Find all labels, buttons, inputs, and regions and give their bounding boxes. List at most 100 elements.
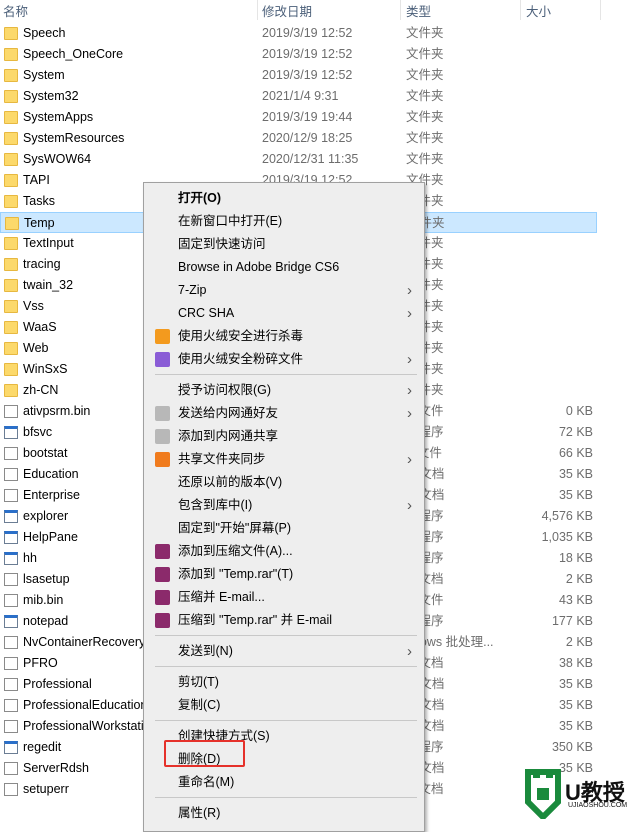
file-size: 72 KB [558, 425, 593, 439]
file-name: TAPI [23, 173, 50, 187]
menu-item[interactable]: 剪切(T) [144, 671, 424, 694]
column-type[interactable]: 类型 [406, 1, 431, 20]
column-name[interactable]: 名称 [3, 1, 28, 20]
menu-item[interactable]: 包含到库中(I) › [144, 494, 424, 517]
watermark-logo: U教授 UJIAOSHOU.COM [520, 760, 642, 822]
file-row[interactable]: System 2019/3/19 12:52 文件夹 [0, 65, 597, 86]
menu-separator [155, 797, 417, 798]
file-name: Education [23, 467, 79, 481]
file-row[interactable]: SystemApps 2019/3/19 19:44 文件夹 [0, 107, 597, 128]
menu-item[interactable]: Browse in Adobe Bridge CS6 [144, 256, 424, 279]
file-row[interactable]: Speech_OneCore 2019/3/19 12:52 文件夹 [0, 44, 597, 65]
neiwangtong-icon [155, 406, 170, 421]
menu-item-label: 固定到快速访问 [178, 237, 266, 251]
chevron-right-icon: › [407, 451, 412, 468]
exe-icon [4, 531, 18, 544]
menu-item[interactable]: 复制(C) [144, 694, 424, 717]
menu-item-label: 复制(C) [178, 698, 221, 712]
file-name: Tasks [23, 194, 55, 208]
folder-icon [4, 237, 18, 250]
huorong-shredder-icon [155, 352, 170, 367]
file-icon [4, 762, 18, 775]
file-size: 66 KB [558, 446, 593, 460]
menu-item[interactable]: 还原以前的版本(V) [144, 471, 424, 494]
file-name: setuperr [23, 782, 69, 796]
winrar-icon [155, 613, 170, 628]
sync-s-icon [155, 452, 170, 467]
menu-item[interactable]: 添加到内网通共享 [144, 425, 424, 448]
menu-item[interactable]: 重命名(M) [144, 771, 424, 794]
folder-icon [4, 195, 18, 208]
huorong-shield-icon [155, 329, 170, 344]
folder-icon [4, 90, 18, 103]
file-name: SystemResources [23, 131, 125, 145]
menu-item[interactable]: 授予访问权限(G) › [144, 379, 424, 402]
file-name: twain_32 [23, 278, 74, 292]
neiwangtong-icon [155, 429, 170, 444]
file-name: System [23, 68, 65, 82]
menu-item[interactable]: 发送到(N) › [144, 640, 424, 663]
chevron-right-icon: › [407, 382, 412, 399]
menu-item[interactable]: 使用火绒安全粉碎文件 › [144, 348, 424, 371]
file-row[interactable]: SystemResources 2020/12/9 18:25 文件夹 [0, 128, 597, 149]
menu-item[interactable]: 固定到快速访问 [144, 233, 424, 256]
menu-item[interactable]: 共享文件夹同步 › [144, 448, 424, 471]
menu-item-label: 共享文件夹同步 [178, 452, 266, 466]
folder-icon [4, 27, 18, 40]
file-icon [4, 720, 18, 733]
file-name: ProfessionalEducation [23, 698, 143, 712]
menu-item[interactable]: 压缩到 "Temp.rar" 并 E-mail [144, 609, 424, 632]
file-row[interactable]: System32 2021/1/4 9:31 文件夹 [0, 86, 597, 107]
menu-item[interactable]: CRC SHA › [144, 302, 424, 325]
file-name: ServerRdsh [23, 761, 89, 775]
menu-item-label: 剪切(T) [178, 675, 219, 689]
menu-item[interactable]: 压缩并 E-mail... [144, 586, 424, 609]
file-name: ativpsrm.bin [23, 404, 91, 418]
file-size: 35 KB [558, 467, 593, 481]
menu-item[interactable]: 打开(O) [144, 187, 424, 210]
menu-item-label: 发送给内网通好友 [178, 406, 279, 420]
context-menu: 打开(O) 在新窗口中打开(E) 固定到快速访问 Browse in Adobe Br… [143, 182, 425, 832]
folder-icon [4, 342, 18, 355]
file-name: Professional [23, 677, 92, 691]
menu-item[interactable]: 在新窗口中打开(E) [144, 210, 424, 233]
file-row[interactable]: SysWOW64 2020/12/31 11:35 文件夹 [0, 149, 597, 170]
menu-separator [155, 374, 417, 375]
column-date[interactable]: 修改日期 [262, 1, 312, 20]
folder-icon [4, 321, 18, 334]
menu-item[interactable]: 发送给内网通好友 › [144, 402, 424, 425]
file-type: 文件夹 [406, 152, 444, 166]
menu-item[interactable]: 固定到"开始"屏幕(P) [144, 517, 424, 540]
file-name: WinSxS [23, 362, 68, 376]
folder-icon [4, 69, 18, 82]
file-icon [4, 657, 18, 670]
file-name: Speech_OneCore [23, 47, 124, 61]
file-size: 18 KB [558, 551, 593, 565]
menu-item[interactable]: 属性(R) [144, 802, 424, 825]
menu-item[interactable]: 添加到 "Temp.rar"(T) [144, 563, 424, 586]
file-name: NvContainerRecovery [23, 635, 143, 649]
menu-item[interactable]: 使用火绒安全进行杀毒 [144, 325, 424, 348]
menu-item[interactable]: 7-Zip › [144, 279, 424, 302]
file-size: 35 KB [558, 677, 593, 691]
menu-item-label: 打开(O) [178, 191, 222, 205]
file-name: hh [23, 551, 37, 565]
file-row[interactable]: Speech 2019/3/19 12:52 文件夹 [0, 23, 597, 44]
file-name: Temp [24, 216, 55, 230]
file-icon [4, 405, 18, 418]
file-name: Vss [23, 299, 44, 313]
menu-item[interactable]: 添加到压缩文件(A)... [144, 540, 424, 563]
file-size: 2 KB [565, 572, 593, 586]
folder-icon [4, 174, 18, 187]
delete-highlight-box [164, 740, 245, 767]
menu-separator [155, 635, 417, 636]
winrar-icon [155, 567, 170, 582]
file-name: WaaS [23, 320, 57, 334]
file-name: Web [23, 341, 49, 355]
folder-icon [4, 48, 18, 61]
chevron-right-icon: › [407, 305, 412, 322]
file-date: 2019/3/19 12:52 [262, 68, 353, 82]
file-icon [4, 783, 18, 796]
column-size[interactable]: 大小 [526, 1, 551, 20]
menu-item-label: 重命名(M) [178, 775, 235, 789]
